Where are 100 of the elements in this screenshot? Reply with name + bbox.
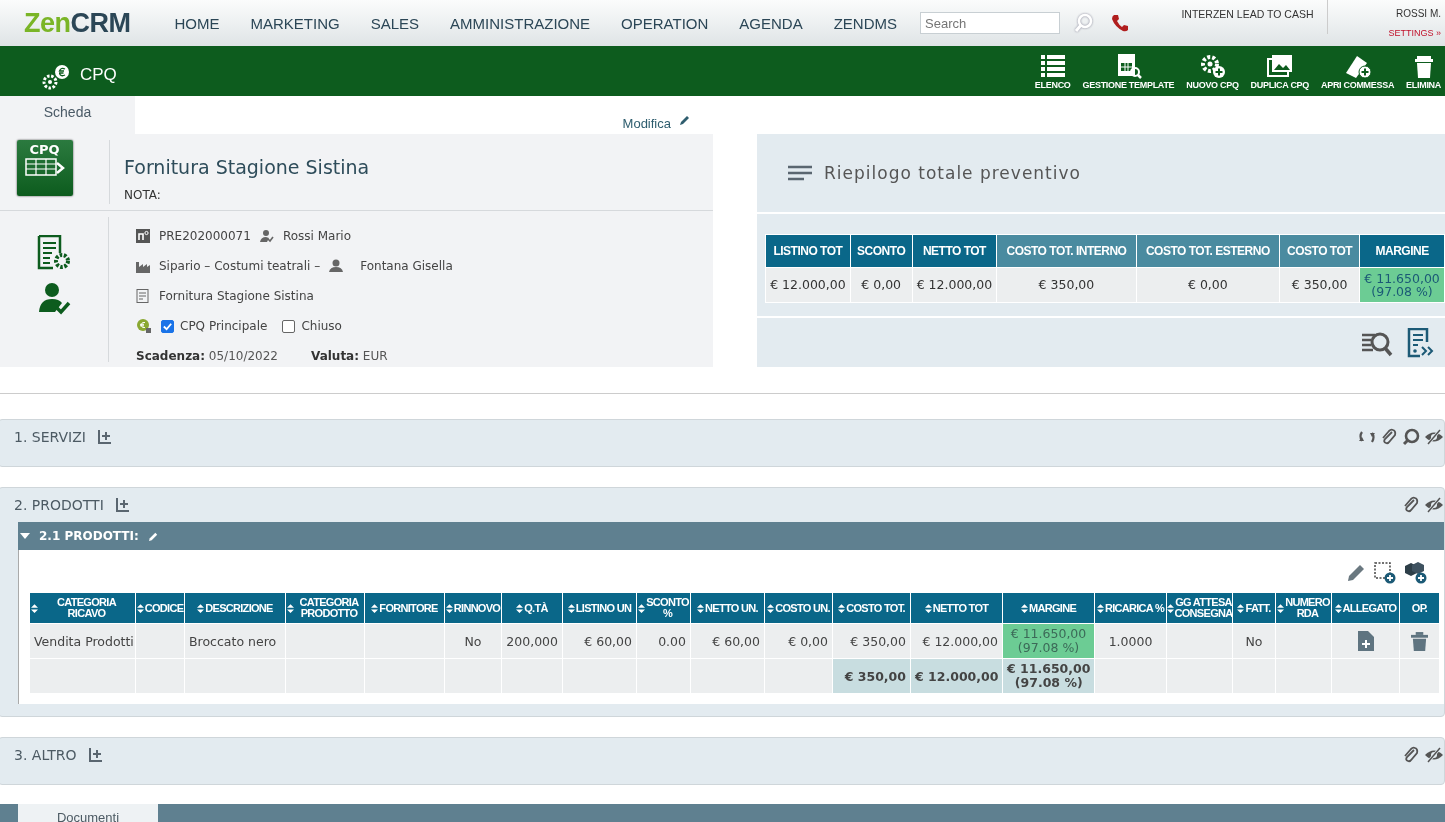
column-header[interactable]: CODICE [135,592,185,624]
column-header[interactable]: NUMERO RDA [1275,592,1332,624]
sort-icon [838,602,846,614]
search-field[interactable]: Search [920,12,1061,34]
hidden-eye-icon[interactable] [1424,747,1444,763]
column-header: COSTO TOT. INTERNO [996,234,1137,268]
menu-item[interactable]: MARKETING [236,14,354,32]
search-icon[interactable] [1402,428,1420,446]
menu-item[interactable]: HOME [160,14,234,32]
column-header[interactable]: FATT. [1232,592,1276,624]
section-title[interactable]: 3. ALTRO [14,747,77,763]
column-header[interactable]: LISTINO UN [562,592,637,624]
checkbox[interactable]: CPQ Principale [161,319,268,333]
column-header: COSTO TOT. ESTERNO [1136,234,1280,268]
menu-item[interactable]: SALES [356,14,434,32]
column-header: OP. [1399,592,1440,624]
column-header[interactable]: Q.TÀ [501,592,563,624]
add-row-icon[interactable] [115,498,130,512]
pictures-icon [1264,52,1295,79]
table-cell: No [1245,634,1263,648]
logo[interactable]: ZenCRM [24,7,131,39]
edit-link[interactable]: Modifica [622,116,671,134]
column-header: NETTO TOT [912,234,997,268]
add-file-icon[interactable] [1357,631,1374,651]
column-header[interactable]: COSTO UN. [764,592,833,624]
table-cell: Broccato nero [189,634,277,648]
column-header[interactable]: MARGINE [1002,592,1095,624]
table-cell: € 350,00 [1279,267,1360,303]
document-icon [136,289,150,303]
column-header[interactable]: SCONTO % [636,592,691,624]
checkbox[interactable]: Chiuso [282,319,342,333]
description: Fornitura Stagione Sistina [159,289,314,303]
column-header[interactable]: FORNITORE [364,592,445,624]
sort-icon [767,602,775,614]
column-header[interactable]: GG ATTESA CONSEGNA [1166,592,1233,624]
table-cell: € 11.650,00 (97.08 %) [1007,662,1091,689]
paperclip-icon[interactable] [1402,496,1420,514]
section-title[interactable]: 2. PRODOTTI [14,497,104,513]
table-cell: € 12.000,00 [765,267,851,303]
tab[interactable]: Documenti [18,804,158,822]
column-header[interactable]: RICARICA % [1094,592,1167,624]
pencil-icon[interactable] [679,114,691,126]
hidden-eye-icon[interactable] [1424,429,1444,445]
table-cell: No [464,634,482,648]
contact-name: Fontana Gisella [360,259,453,273]
menu-item[interactable]: AGENDA [725,14,817,32]
sort-icon [371,602,379,614]
settings-link[interactable]: SETTINGS » [1388,28,1441,38]
column-header[interactable]: NETTO UN. [690,592,765,624]
document-forward-icon[interactable] [1407,327,1435,358]
table-cell: € 0,00 [850,267,912,303]
toolbar-button[interactable]: ELENCO [1033,50,1072,92]
column-header[interactable]: DESCRIZIONE [184,592,286,624]
toolbar-button[interactable]: NUOVO CPQ [1185,50,1240,92]
column-header: MARGINE [1359,234,1445,268]
field-text: Valuta: EUR [311,349,388,363]
column-header[interactable]: ALLEGATO [1331,592,1400,624]
pencil-icon[interactable] [1346,563,1366,583]
column-header[interactable]: CATEGORIA PRODOTTO [285,592,365,624]
subsection-bar[interactable]: 2.1 PRODOTTI: [18,522,1444,550]
phone-icon[interactable] [1110,13,1131,33]
checkmark-icon [162,320,173,332]
column-header[interactable]: CATEGORIA RICAVO [29,592,136,624]
paperclip-icon[interactable] [1402,746,1420,764]
field-text: Scadenza: 05/10/2022 [136,349,278,363]
table-cell: € 60,00 [584,634,632,648]
section-title[interactable]: 1. SERVIZI [14,429,86,445]
boxes-add-icon[interactable] [1404,562,1428,584]
pencil-icon [147,530,159,542]
table-cell: € 350,00 [850,634,906,648]
menu-item[interactable]: ZENDMS [819,14,912,32]
hidden-eye-icon[interactable] [1424,497,1444,513]
table-cell: € 0,00 [1136,267,1280,303]
grid-add-icon[interactable] [1374,562,1396,584]
trash-icon[interactable] [1411,631,1428,651]
factory-icon [136,259,150,273]
toolbar-button[interactable]: GESTIONE TEMPLATE [1081,50,1176,92]
table-cell: 1.0000 [1108,634,1153,648]
column-header[interactable]: NETTO TOT [910,592,1003,624]
add-row-icon[interactable] [88,748,103,762]
add-row-icon[interactable] [97,430,112,444]
menu-item[interactable]: AMMINISTRAZIONE [436,14,605,32]
toolbar-button[interactable]: DUPLICA CPQ [1249,50,1310,92]
sort-icon [31,602,38,614]
user-icon [329,259,344,273]
column-header[interactable]: RINNOVO [444,592,502,624]
toolbar-button[interactable]: APRI COMMESSA [1320,50,1396,92]
toolbar-button[interactable]: ELIMINA [1405,50,1442,92]
table-cell: € 11.650,00 (97.08 %) [1010,627,1087,654]
table-cell: 0.00 [658,634,686,648]
column-header[interactable]: COSTO TOT. [832,592,911,624]
tab[interactable]: Scheda [0,96,135,134]
cpq-badge: CPQ [16,140,73,196]
sort-icon [567,602,575,614]
caret-icon [20,531,30,541]
menu-item[interactable]: OPERATION [607,14,723,32]
sort-icon [516,602,524,614]
table-cell: € 60,00 [712,634,760,648]
column-header: COSTO TOT [1279,234,1360,268]
paperclip-icon[interactable] [1380,428,1398,446]
